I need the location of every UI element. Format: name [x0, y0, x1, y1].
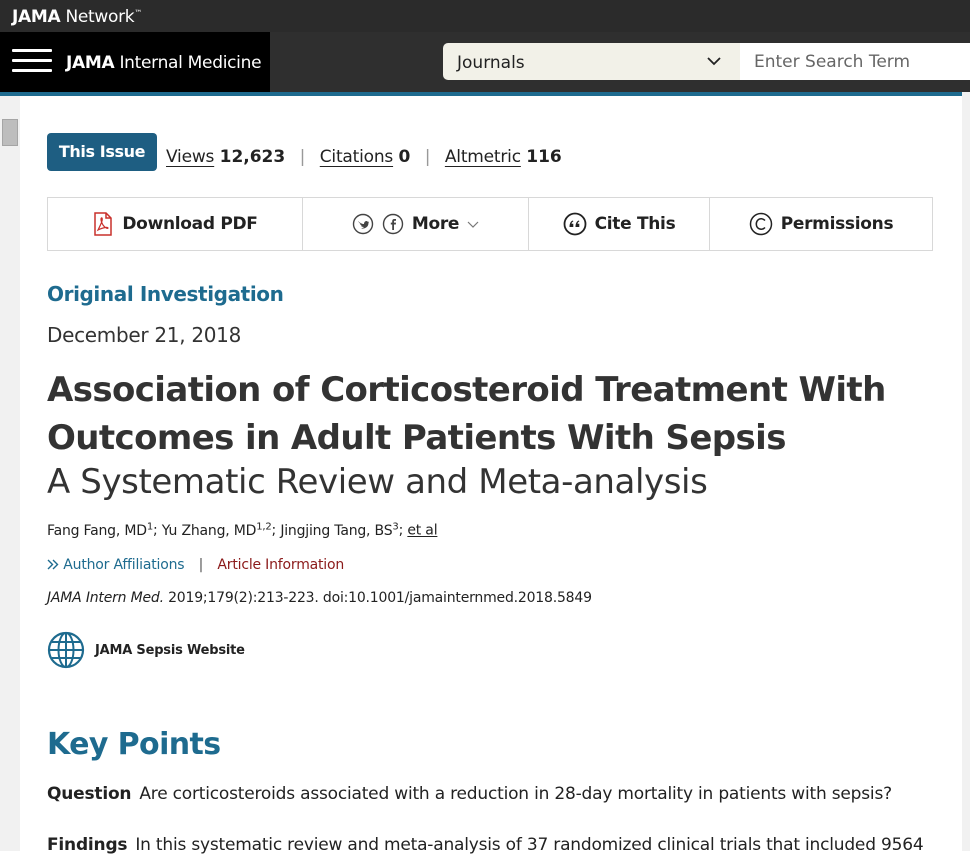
jama-network-logo[interactable]: JAMA Network™ [12, 7, 142, 27]
right-edge-track [962, 92, 970, 851]
altmetric-value: 116 [526, 147, 562, 167]
double-chevron-right-icon [47, 559, 59, 570]
brand-rest: Internal Medicine [114, 53, 262, 73]
cite-this-button[interactable]: Cite This [529, 198, 710, 250]
sepsis-website-link[interactable]: JAMA Sepsis Website [47, 631, 245, 669]
metric-divider: | [424, 147, 431, 167]
quote-icon [563, 212, 586, 236]
citations-value: 0 [398, 147, 411, 167]
article-metrics: Views 12,623 | Citations 0 | Altmetric 1… [166, 147, 562, 167]
copyright-icon [749, 212, 772, 236]
journal-header: JAMA Internal Medicine Journals [0, 32, 970, 92]
metric-divider: | [299, 147, 306, 167]
twitter-icon[interactable] [352, 213, 374, 235]
publication-date: December 21, 2018 [47, 323, 242, 347]
question-label: Question [47, 784, 132, 804]
key-point-findings: Findings In this systematic review and me… [47, 835, 924, 855]
chevron-down-icon [467, 221, 479, 228]
article-information-link[interactable]: Article Information [217, 557, 344, 573]
views-value: 12,623 [219, 147, 286, 167]
findings-label: Findings [47, 835, 128, 855]
menu-icon[interactable] [12, 49, 52, 75]
journal-abbrev: JAMA Intern Med. [47, 590, 164, 606]
link-divider: | [198, 557, 204, 573]
facebook-icon[interactable] [382, 213, 404, 235]
network-bar: JAMA Network™ [0, 0, 970, 32]
more-label: More [411, 214, 460, 234]
permissions-button[interactable]: Permissions [710, 198, 932, 250]
article-type: Original Investigation [47, 282, 284, 306]
citations-link[interactable]: Citations [320, 147, 394, 167]
journals-dropdown[interactable]: Journals [443, 43, 740, 80]
author-affiliations-link[interactable]: Author Affiliations [47, 557, 189, 573]
altmetric-link[interactable]: Altmetric [445, 147, 521, 167]
author-name[interactable]: Yu Zhang, MD1,2 [162, 521, 272, 539]
brand-bold: JAMA [66, 53, 115, 73]
key-points-heading: Key Points [47, 727, 221, 762]
et-al-link[interactable]: et al [407, 523, 437, 539]
cite-this-label: Cite This [594, 214, 676, 234]
author-name[interactable]: Fang Fang, MD1 [47, 521, 153, 539]
trademark-icon: ™ [134, 8, 143, 18]
journals-dropdown-label: Journals [457, 53, 525, 73]
article-subtitle: A Systematic Review and Meta-analysis [47, 462, 708, 502]
chevron-down-icon [707, 57, 721, 66]
search-input[interactable] [740, 43, 970, 80]
affiliation-links: Author Affiliations | Article Informatio… [47, 557, 344, 573]
citation-details: 2019;179(2):213-223. doi:10.1001/jamaint… [163, 590, 592, 606]
brand-box: JAMA Internal Medicine [0, 32, 270, 92]
author-list: Fang Fang, MD1; Yu Zhang, MD1,2; Jingjin… [47, 521, 438, 539]
question-text: Are corticosteroids associated with a re… [139, 784, 892, 804]
author-name[interactable]: Jingjing Tang, BS3 [280, 521, 398, 539]
network-logo-bold: JAMA [12, 7, 61, 27]
views-link[interactable]: Views [166, 147, 214, 167]
globe-icon [47, 631, 85, 669]
header-accent-line [0, 92, 962, 96]
download-pdf-label: Download PDF [122, 214, 258, 234]
download-pdf-button[interactable]: Download PDF [48, 198, 303, 250]
findings-text: In this systematic review and meta-analy… [135, 835, 924, 855]
left-scrollbar-track [0, 96, 20, 851]
article-toolbar: Download PDF More Cite This Permissions [47, 197, 933, 251]
network-logo-rest: Network [60, 7, 135, 27]
sepsis-website-label: JAMA Sepsis Website [95, 642, 245, 658]
share-more-button[interactable]: More [303, 198, 529, 250]
this-issue-button[interactable]: This Issue [47, 133, 157, 171]
citation-line: JAMA Intern Med. 2019;179(2):213-223. do… [47, 590, 592, 606]
scrollbar-thumb[interactable] [2, 119, 18, 146]
permissions-label: Permissions [780, 214, 894, 234]
pdf-icon [94, 212, 113, 236]
article-title: Association of Corticosteroid Treatment … [47, 370, 886, 458]
key-point-question: Question Are corticosteroids associated w… [47, 784, 892, 804]
journal-brand[interactable]: JAMA Internal Medicine [66, 53, 262, 73]
